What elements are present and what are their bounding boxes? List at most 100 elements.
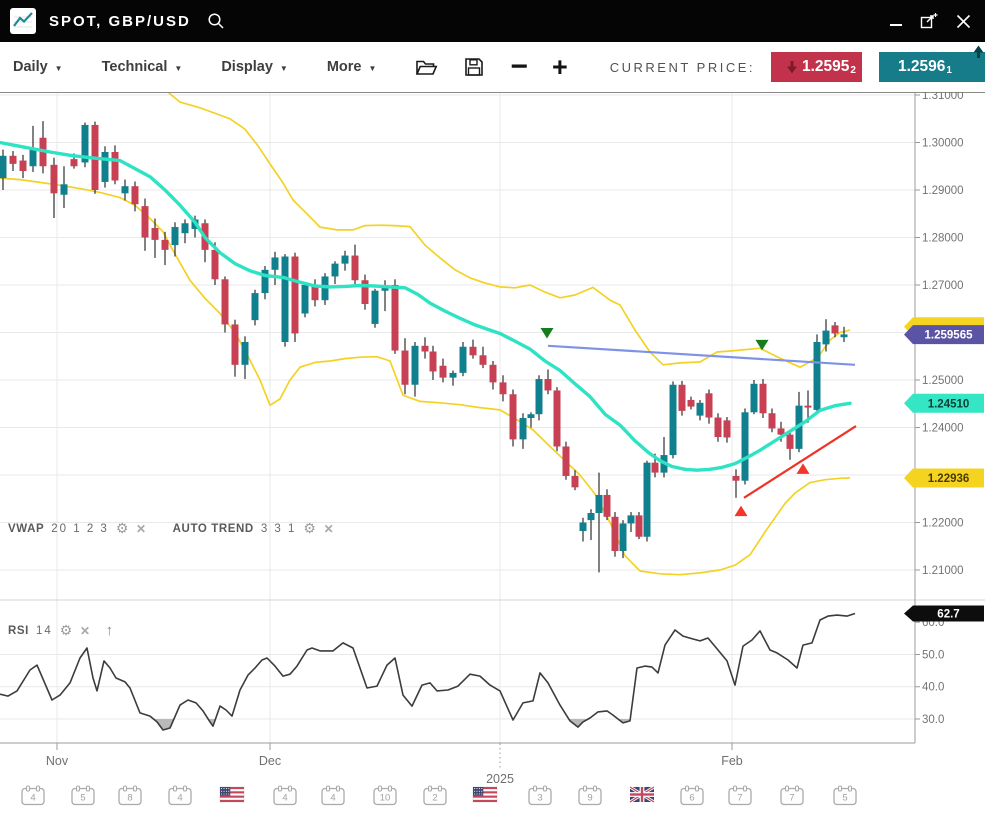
svg-text:Nov: Nov xyxy=(46,754,69,768)
svg-text:62.7: 62.7 xyxy=(937,609,959,621)
zoom-out-button[interactable]: − xyxy=(510,57,528,77)
app-logo-icon xyxy=(10,8,36,34)
vwap-name: VWAP xyxy=(8,523,44,535)
calendar-event-icon[interactable]: 7 xyxy=(729,786,751,805)
main-price-pane xyxy=(0,92,856,575)
last-price-badge: 1.259565 xyxy=(904,325,984,344)
calendar-event-icon[interactable]: 8 xyxy=(119,786,141,805)
vwap-indicator-label: VWAP 20 1 2 3 ⚙ ✕ AUTO TREND 3 3 1 ⚙ ✕ xyxy=(8,520,334,537)
svg-text:4: 4 xyxy=(177,793,182,804)
calendar-event-icon[interactable]: 4 xyxy=(322,786,344,805)
bid-price-value: 1.2595 xyxy=(802,58,849,76)
svg-text:10: 10 xyxy=(380,793,391,804)
rsi-settings-icon[interactable]: ⚙ xyxy=(60,622,73,639)
rsi-name: RSI xyxy=(8,625,29,637)
us-flag-icon[interactable] xyxy=(473,787,497,802)
svg-text:1.259565: 1.259565 xyxy=(925,330,974,342)
calendar-event-icon[interactable]: 9 xyxy=(579,786,601,805)
economic-calendar-strip: 4 5 8 4 4 4 10 2 3 9 6 7 7 5 xyxy=(22,786,856,805)
menu-more[interactable]: More ▼ xyxy=(327,59,377,75)
svg-text:6: 6 xyxy=(689,793,694,804)
us-flag-icon[interactable] xyxy=(220,787,244,802)
search-icon[interactable] xyxy=(206,11,226,31)
ask-price-badge: 1.25961 xyxy=(879,52,985,82)
svg-text:8: 8 xyxy=(127,793,132,804)
svg-text:1.29000: 1.29000 xyxy=(922,185,964,197)
calendar-event-icon[interactable]: 6 xyxy=(681,786,703,805)
calendar-event-icon[interactable]: 4 xyxy=(169,786,191,805)
svg-text:50.0: 50.0 xyxy=(922,649,944,661)
minimize-button[interactable] xyxy=(890,16,902,26)
auto-trend-params: 3 3 1 xyxy=(261,523,297,535)
calendar-event-icon[interactable]: 2 xyxy=(424,786,446,805)
menu-technical[interactable]: Technical ▼ xyxy=(102,59,183,75)
popout-window-button[interactable] xyxy=(919,12,939,30)
svg-text:1.21000: 1.21000 xyxy=(922,565,964,577)
close-icon[interactable] xyxy=(956,14,971,29)
svg-text:2025: 2025 xyxy=(486,772,514,786)
auto-trend-remove-icon[interactable]: ✕ xyxy=(324,522,335,536)
open-chart-icon[interactable] xyxy=(415,58,438,77)
vwap-remove-icon[interactable]: ✕ xyxy=(136,522,147,536)
uk-flag-icon[interactable] xyxy=(630,787,654,802)
sell-signal-icon xyxy=(541,328,554,339)
calendar-event-icon[interactable]: 3 xyxy=(529,786,551,805)
chevron-down-icon: ▼ xyxy=(174,64,182,73)
vwap-settings-icon[interactable]: ⚙ xyxy=(116,520,129,537)
time-axis: NovDecFeb2025 xyxy=(46,744,743,787)
menu-display[interactable]: Display ▼ xyxy=(221,59,288,75)
svg-text:30.0: 30.0 xyxy=(922,714,944,726)
rsi-params: 14 xyxy=(36,625,53,637)
auto-trend-name: AUTO TREND xyxy=(173,523,254,535)
buy-signal-icon xyxy=(797,463,810,474)
svg-text:Dec: Dec xyxy=(259,754,281,768)
band-lower-badge: 1.22936 xyxy=(904,469,984,488)
menu-more-label: More xyxy=(327,59,362,75)
vwap-params: 20 1 2 3 xyxy=(51,523,109,535)
svg-text:9: 9 xyxy=(587,793,592,804)
svg-text:7: 7 xyxy=(737,793,742,804)
save-chart-icon[interactable] xyxy=(464,57,484,77)
chart-area: 1.310001.300001.290001.280001.270001.260… xyxy=(0,92,985,810)
bid-price-badge: 1.25952 xyxy=(771,52,862,82)
svg-text:2: 2 xyxy=(432,793,437,804)
svg-text:5: 5 xyxy=(842,793,847,804)
menu-display-label: Display xyxy=(221,59,273,75)
svg-text:1.28000: 1.28000 xyxy=(922,233,964,245)
svg-text:1.25000: 1.25000 xyxy=(922,375,964,387)
rsi-expand-icon[interactable]: ↑ xyxy=(106,622,114,639)
rsi-pane xyxy=(0,614,855,731)
svg-text:1.31000: 1.31000 xyxy=(922,92,964,102)
toolbar: Daily ▼ Technical ▼ Display ▼ More ▼ − +… xyxy=(0,42,985,92)
calendar-event-icon[interactable]: 4 xyxy=(274,786,296,805)
svg-text:1.22936: 1.22936 xyxy=(928,473,970,485)
bid-pip-digit: 2 xyxy=(850,65,856,76)
calendar-event-icon[interactable]: 10 xyxy=(374,786,396,805)
ask-price-value: 1.2596 xyxy=(898,58,945,76)
vwap-badge: 1.24510 xyxy=(904,394,984,413)
rsi-value-badge: 62.7 xyxy=(904,606,984,622)
svg-text:4: 4 xyxy=(282,793,287,804)
chevron-down-icon: ▼ xyxy=(55,64,63,73)
menu-technical-label: Technical xyxy=(102,59,168,75)
calendar-event-icon[interactable]: 5 xyxy=(834,786,856,805)
svg-text:1.22000: 1.22000 xyxy=(922,518,964,530)
rsi-line xyxy=(0,614,855,731)
auto-trend-settings-icon[interactable]: ⚙ xyxy=(303,520,316,537)
svg-text:1.30000: 1.30000 xyxy=(922,138,964,150)
svg-text:1.27000: 1.27000 xyxy=(922,280,964,292)
svg-text:4: 4 xyxy=(30,793,35,804)
rsi-oversold-fill xyxy=(0,614,855,731)
menu-daily-label: Daily xyxy=(13,59,48,75)
menu-daily[interactable]: Daily ▼ xyxy=(13,59,63,75)
buy-signal-icon xyxy=(735,506,748,516)
chart-canvas[interactable]: 1.310001.300001.290001.280001.270001.260… xyxy=(0,92,985,810)
calendar-event-icon[interactable]: 4 xyxy=(22,786,44,805)
calendar-event-icon[interactable]: 7 xyxy=(781,786,803,805)
window-title: SPOT, GBP/USD xyxy=(49,13,191,30)
zoom-in-button[interactable]: + xyxy=(552,57,568,77)
arrow-up-icon xyxy=(973,45,984,59)
rsi-remove-icon[interactable]: ✕ xyxy=(80,624,91,638)
calendar-event-icon[interactable]: 5 xyxy=(72,786,94,805)
arrow-down-icon xyxy=(787,61,797,74)
